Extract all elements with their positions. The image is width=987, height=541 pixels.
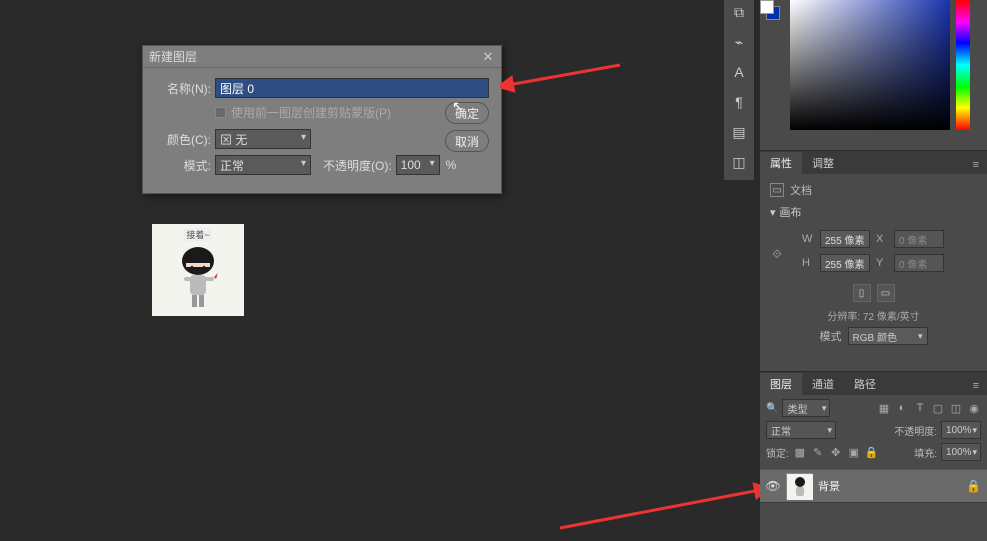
color-mode-select[interactable]: RGB 颜色 (848, 327, 928, 345)
fill-input[interactable]: 100% (941, 443, 981, 461)
canvas-document[interactable]: 接着~ (152, 224, 244, 316)
arrow-to-ok-icon (500, 55, 630, 105)
tool-swatches-icon[interactable]: ▤ (729, 122, 749, 142)
layers-panel: 🔍 类型 ▦ ◐ T ▢ ◫ ◉ 正常 不透明度: (760, 395, 987, 503)
opacity-input[interactable]: 100 (396, 155, 440, 175)
link-icon[interactable]: ⟐ (770, 239, 784, 269)
document-icon: ▭ (770, 183, 784, 197)
tab-properties[interactable]: 属性 (760, 152, 802, 174)
name-label: 名称(N): (155, 80, 211, 97)
x-input[interactable] (894, 230, 944, 248)
canvas-area: 新建图层 ✕ 名称(N): 使用前一图层创建剪贴蒙版(P) 颜色(C): ⊠ 无… (0, 0, 720, 541)
tab-channels[interactable]: 通道 (802, 373, 844, 395)
tool-strip: ⧉ ⌁ A ¶ ▤ ◫ (724, 0, 754, 180)
lock-label: 锁定: (766, 445, 789, 460)
filter-shape-icon[interactable]: ▢ (931, 401, 945, 415)
layer-thumbnail[interactable] (786, 473, 812, 499)
percent-label: % (446, 158, 457, 172)
lock-transparent-icon[interactable]: ▩ (793, 445, 807, 459)
color-select[interactable]: ⊠ 无 (215, 129, 311, 149)
thumb-caption: 接着~ (184, 228, 211, 241)
panel-menu-icon[interactable]: ≡ (965, 156, 987, 174)
search-icon[interactable]: 🔍 (766, 403, 778, 414)
clip-mask-label: 使用前一图层创建剪贴蒙版(P) (231, 104, 391, 121)
blend-mode-select[interactable]: 正常 (215, 155, 311, 175)
height-input[interactable] (820, 254, 870, 272)
layer-opacity-label: 不透明度: (894, 423, 937, 438)
doc-mode-label: 模式 (820, 328, 842, 344)
tool-libraries-icon[interactable]: ◫ (729, 152, 749, 172)
filter-smart-icon[interactable]: ◫ (949, 401, 963, 415)
orient-portrait-button[interactable]: ▯ (853, 284, 871, 302)
dialog-titlebar[interactable]: 新建图层 ✕ (143, 46, 501, 68)
clip-mask-checkbox[interactable] (215, 107, 226, 118)
lock-position-icon[interactable]: ✥ (829, 445, 843, 459)
cancel-button[interactable]: 取消 (445, 130, 489, 152)
tab-adjustments[interactable]: 调整 (802, 152, 844, 174)
opacity-label: 不透明度(O): (323, 157, 392, 174)
close-icon[interactable]: ✕ (481, 50, 495, 64)
fill-label: 填充: (914, 445, 937, 460)
layers-panel-menu-icon[interactable]: ≡ (965, 377, 987, 395)
filter-pixel-icon[interactable]: ▦ (877, 401, 891, 415)
doc-label: 文档 (790, 182, 812, 198)
ok-button[interactable]: 确定 (445, 102, 489, 124)
width-input[interactable] (820, 230, 870, 248)
filter-type-icon[interactable]: T (913, 401, 927, 415)
lock-paint-icon[interactable]: ✎ (811, 445, 825, 459)
layer-name-input[interactable] (215, 78, 489, 98)
color-panel (760, 0, 987, 150)
orient-landscape-button[interactable]: ▭ (877, 284, 895, 302)
tool-paragraph-icon[interactable]: ¶ (729, 92, 749, 112)
color-label: 颜色(C): (155, 131, 211, 148)
lock-artboard-icon[interactable]: ▣ (847, 445, 861, 459)
y-input[interactable] (894, 254, 944, 272)
canvas-section-toggle[interactable]: ▾ 画布 (770, 204, 977, 220)
properties-tabs: 属性 调整 ≡ (760, 150, 987, 174)
new-layer-dialog: 新建图层 ✕ 名称(N): 使用前一图层创建剪贴蒙版(P) 颜色(C): ⊠ 无… (142, 45, 502, 194)
right-panels: 属性 调整 ≡ ▭ 文档 ▾ 画布 ⟐ W X H (760, 0, 987, 541)
tool-history-icon[interactable]: ⧉ (729, 2, 749, 22)
layers-tabs: 图层 通道 路径 ≡ (760, 371, 987, 395)
layer-name-label: 背景 (818, 478, 840, 494)
filter-adjust-icon[interactable]: ◐ (895, 401, 909, 415)
layer-kind-filter[interactable]: 类型 (782, 399, 830, 417)
dialog-title: 新建图层 (149, 48, 197, 65)
blend-mode-select-layers[interactable]: 正常 (766, 421, 836, 439)
tab-paths[interactable]: 路径 (844, 373, 886, 395)
cartoon-image (168, 243, 228, 313)
fg-bg-swatches[interactable] (760, 0, 784, 22)
mode-label: 模式: (155, 157, 211, 174)
layer-list: 👁 背景 🔒 (760, 469, 987, 503)
lock-icon[interactable]: 🔒 (966, 479, 981, 493)
resolution-label: 分辨率: 72 像素/英寸 (770, 308, 977, 323)
arrow-to-layer-icon (555, 470, 775, 535)
properties-body: ▭ 文档 ▾ 画布 ⟐ W X H Y (760, 174, 987, 353)
layer-row-background[interactable]: 👁 背景 🔒 (760, 469, 987, 503)
layer-opacity-input[interactable]: 100% (941, 421, 981, 439)
tool-type-icon[interactable]: A (729, 62, 749, 82)
visibility-toggle-icon[interactable]: 👁 (766, 479, 780, 493)
tool-brush-icon[interactable]: ⌁ (729, 32, 749, 52)
chevron-down-icon: ▾ (770, 206, 776, 219)
color-field[interactable] (790, 0, 950, 130)
lock-all-icon[interactable]: 🔒 (865, 445, 879, 459)
tab-layers[interactable]: 图层 (760, 373, 802, 395)
filter-toggle-icon[interactable]: ◉ (967, 401, 981, 415)
hue-slider[interactable] (956, 0, 970, 130)
fg-color-swatch[interactable] (760, 0, 774, 14)
